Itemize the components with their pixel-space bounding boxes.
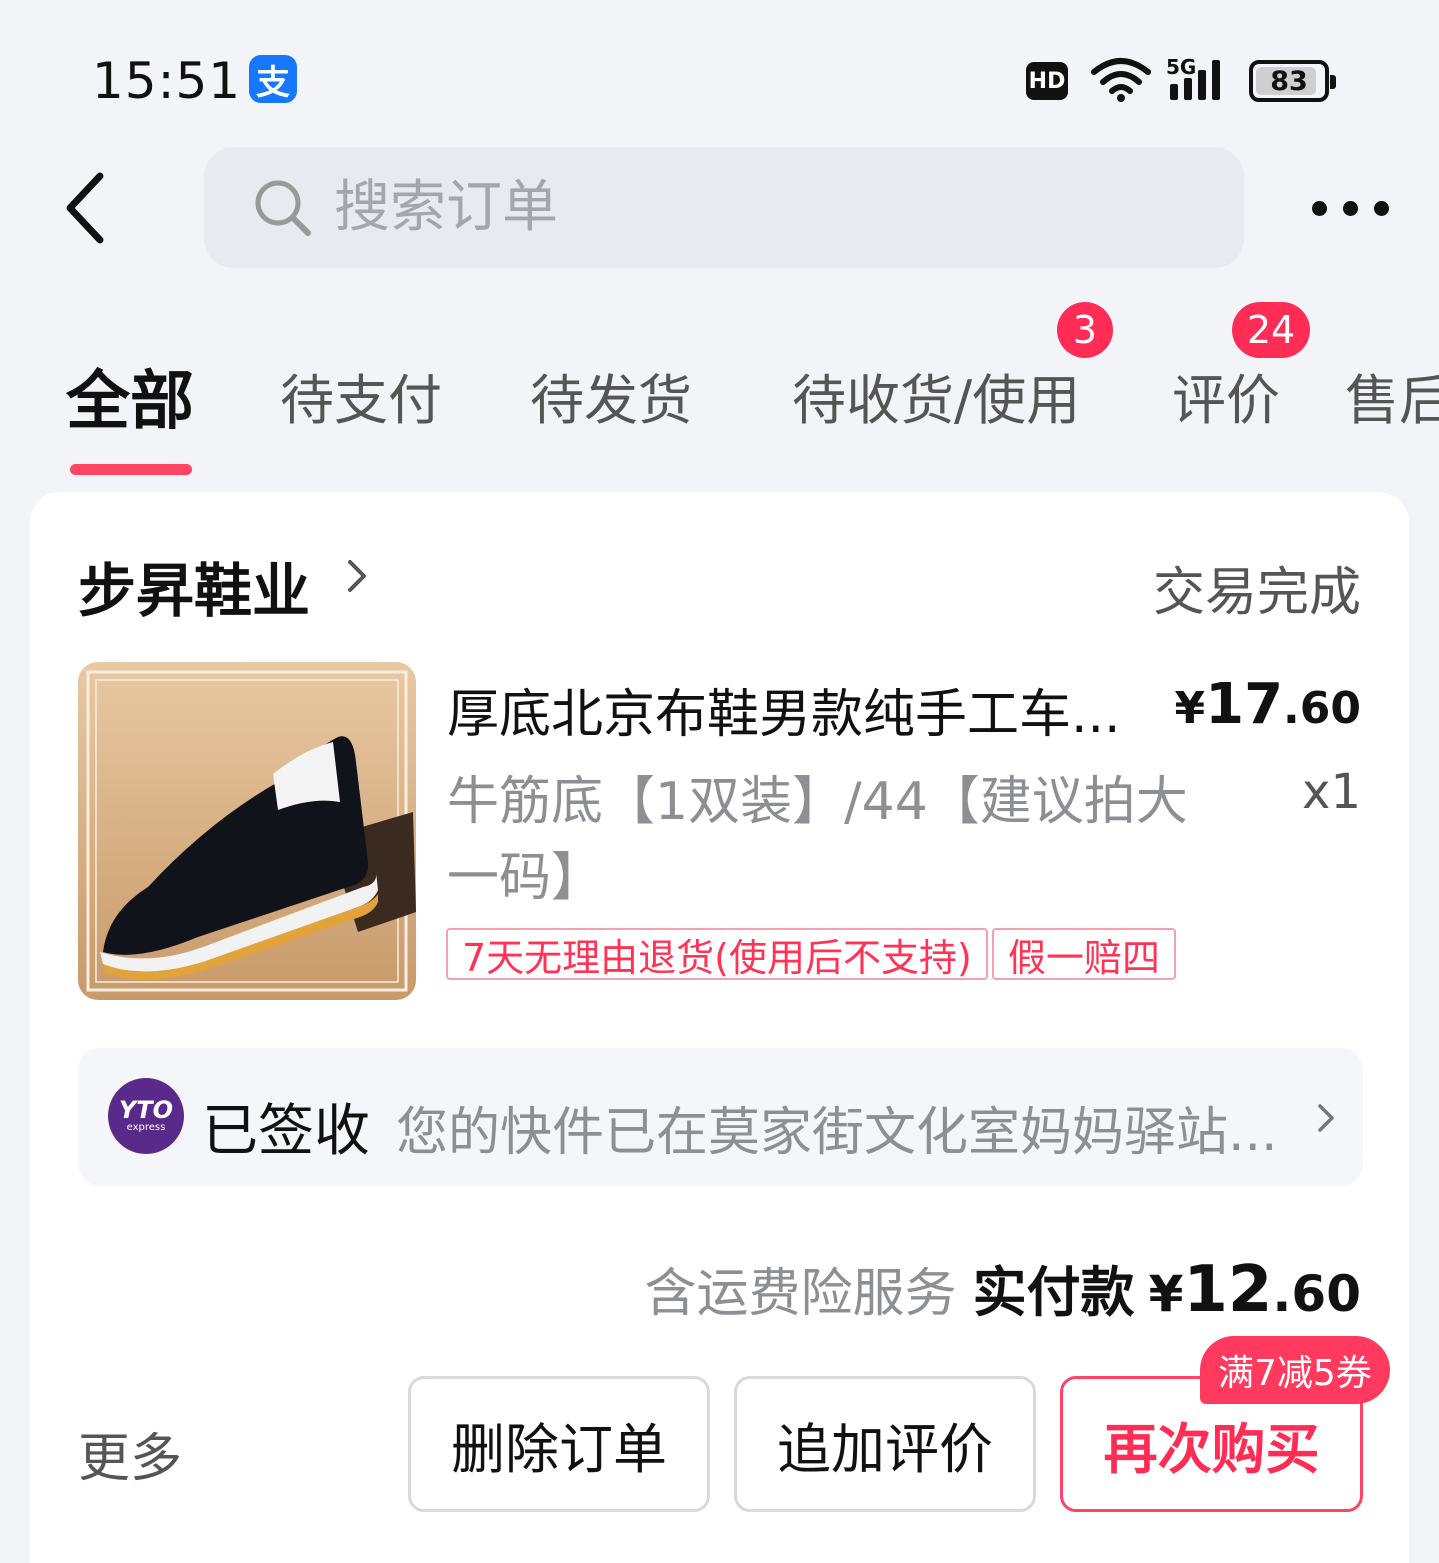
status-time: 15:51 [92, 52, 242, 110]
signal-5g-icon: 5G [1166, 56, 1220, 100]
battery-level: 83 [1270, 65, 1308, 97]
order-tabs: 全部 待支付 待发货 待收货/使用 评价 售后 3 24 [0, 300, 1439, 490]
tab-active-indicator [70, 464, 192, 475]
tab-pending-payment[interactable]: 待支付 [280, 356, 442, 435]
order-card: 步昇鞋业 交易完成 厚底北京布鞋男款纯手工车... ¥17.60 牛筋底【1双装… [30, 492, 1409, 1563]
wifi-icon [1091, 58, 1151, 102]
tab-all[interactable]: 全部 [66, 350, 194, 442]
payment-summary: 含运费险服务 实付款 ¥12.60 [645, 1248, 1361, 1327]
back-icon[interactable] [60, 168, 120, 248]
authenticity-tag: 假一赔四 [992, 928, 1177, 980]
product-image[interactable] [78, 662, 416, 1000]
return-policy-tag: 7天无理由退货(使用后不支持) [446, 928, 988, 980]
product-price: ¥17.60 [1174, 672, 1361, 737]
logistics-bar[interactable]: YTO express 已签收 您的快件已在莫家街文化室妈妈驿站... [78, 1048, 1363, 1186]
tab-after-sales[interactable]: 售后 [1345, 356, 1439, 435]
logistics-detail: 您的快件已在莫家街文化室妈妈驿站... [396, 1103, 1278, 1163]
svg-text:5G: 5G [1166, 56, 1196, 79]
shop-name[interactable]: 步昇鞋业 [78, 544, 310, 628]
paid-amount-label: 实付款 [972, 1261, 1135, 1324]
yto-express-logo: YTO express [108, 1078, 184, 1154]
tab-badge: 24 [1232, 302, 1310, 358]
hd-icon: HD [1026, 62, 1068, 100]
more-button[interactable]: 更多 [78, 1416, 182, 1491]
chevron-right-icon [1318, 1104, 1334, 1132]
tab-badge: 3 [1057, 302, 1113, 358]
battery-icon: 83 [1249, 60, 1336, 102]
add-review-button[interactable]: 追加评价 [734, 1376, 1036, 1512]
product-quantity: x1 [1302, 764, 1361, 820]
more-options-icon[interactable] [1312, 190, 1402, 226]
search-input[interactable] [334, 175, 1134, 240]
chevron-right-icon [348, 560, 366, 592]
tab-pending-shipment[interactable]: 待发货 [530, 356, 692, 435]
search-bar[interactable] [204, 147, 1244, 268]
tab-review[interactable]: 评价 [1172, 356, 1280, 435]
product-sku: 牛筋底【1双装】/44【建议拍大一码】 [447, 772, 1188, 908]
alipay-icon: 支 [249, 55, 297, 103]
coupon-badge: 满7减5券 [1200, 1336, 1390, 1404]
paid-amount: 12 [1183, 1253, 1273, 1327]
status-bar: 15:51 支 HD 5G 83 [0, 0, 1439, 150]
order-status: 交易完成 [1152, 563, 1361, 623]
product-title[interactable]: 厚底北京布鞋男款纯手工车... [447, 672, 1121, 747]
tab-pending-receipt[interactable]: 待收货/使用 [792, 356, 1080, 435]
logistics-status: 已签收 [202, 1099, 370, 1164]
shipping-insurance-note: 含运费险服务 [644, 1264, 957, 1324]
search-icon [255, 180, 311, 236]
delete-order-button[interactable]: 删除订单 [408, 1376, 710, 1512]
